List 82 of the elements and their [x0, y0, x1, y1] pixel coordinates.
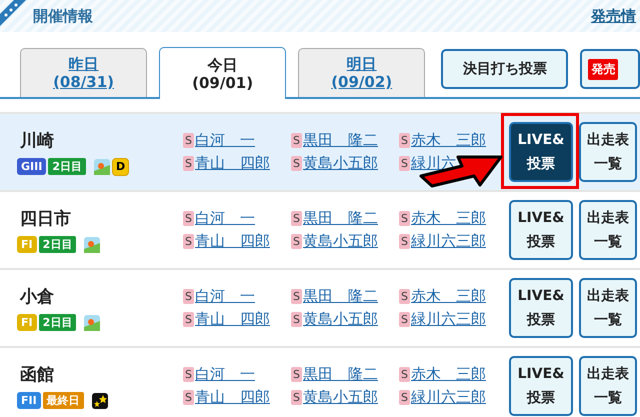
- player-link[interactable]: 黒田 隆二: [302, 209, 378, 228]
- day-tab[interactable]: 今日 (09/01): [159, 47, 286, 99]
- player-link[interactable]: 白河 一: [194, 365, 255, 384]
- day-tab[interactable]: 昨日 (08/31): [20, 48, 148, 97]
- player-link[interactable]: 緑川六三郎: [410, 232, 486, 251]
- player-link[interactable]: 黒田 隆二: [302, 365, 378, 384]
- sun-icon: [84, 314, 100, 330]
- player-mark: S: [399, 390, 410, 405]
- player-link[interactable]: 赤木 三郎: [410, 209, 486, 228]
- venue-name: 函館: [19, 364, 55, 386]
- race-card-button[interactable]: 出走表 一覧: [579, 122, 637, 182]
- player-link[interactable]: 赤木 三郎: [410, 365, 486, 384]
- player-mark: S: [399, 156, 410, 171]
- venue-name: 小倉: [18, 286, 55, 308]
- player-link[interactable]: 黄島小五郎: [302, 154, 378, 173]
- day-badge: 2日目: [48, 158, 86, 175]
- player-mark: S: [183, 312, 194, 327]
- venue-name: 川崎: [19, 130, 55, 152]
- player-mark: S: [183, 234, 194, 249]
- player-mark: S: [399, 289, 410, 304]
- player-mark: S: [183, 367, 194, 382]
- grade-badge: GIII: [17, 158, 46, 175]
- player-link[interactable]: 青山 四郎: [194, 310, 270, 329]
- player-link[interactable]: 白河 一: [194, 131, 255, 150]
- race-card-button[interactable]: 出走表 一覧: [579, 356, 637, 416]
- player-mark: S: [291, 211, 302, 226]
- race-card-button[interactable]: 出走表 一覧: [579, 278, 637, 338]
- player-mark: S: [399, 367, 410, 382]
- player-mark: S: [183, 156, 194, 171]
- live-bet-button[interactable]: LIVE& 投票: [509, 200, 573, 260]
- sun-icon: [94, 158, 110, 174]
- player-mark: S: [291, 234, 302, 249]
- player-mark: S: [291, 390, 302, 405]
- on-sale-button[interactable]: 発売: [580, 49, 640, 89]
- stars-icon: [92, 392, 108, 408]
- live-bet-button[interactable]: LIVE& 投票: [509, 122, 573, 182]
- player-link[interactable]: 白河 一: [194, 287, 255, 306]
- player-link[interactable]: 黒田 隆二: [302, 131, 378, 150]
- player-mark: S: [399, 211, 410, 226]
- race-row[interactable]: 四日市 FI 2日目 S 白河 一 S 黒田 隆二 S 赤木 三郎 S 青山 四郎 S 黄島小五郎 S 緑川六三郎 LIVE& 投票 出走表 一覧: [0, 192, 640, 270]
- grade-badge: FI: [17, 236, 37, 253]
- live-bet-button[interactable]: LIVE& 投票: [509, 356, 573, 416]
- player-link[interactable]: 緑川六三郎: [410, 388, 486, 407]
- player-mark: S: [291, 367, 302, 382]
- player-mark: S: [399, 312, 410, 327]
- player-mark: S: [291, 156, 302, 171]
- player-link[interactable]: 赤木 三郎: [410, 287, 486, 306]
- player-link[interactable]: 青山 四郎: [194, 388, 270, 407]
- grade-badge: FI: [17, 314, 37, 331]
- player-link[interactable]: 黒田 隆二: [302, 287, 378, 306]
- player-link[interactable]: 赤木 三郎: [410, 131, 486, 150]
- player-mark: S: [183, 289, 194, 304]
- player-mark: S: [291, 312, 302, 327]
- day-badge: 最終日: [42, 392, 84, 409]
- player-link[interactable]: 黄島小五郎: [302, 232, 378, 251]
- sun-icon: [84, 236, 100, 252]
- race-card-button[interactable]: 出走表 一覧: [579, 200, 637, 260]
- player-mark: S: [291, 133, 302, 148]
- day-tab[interactable]: 明日 (09/02): [298, 48, 426, 97]
- player-link[interactable]: 白河 一: [194, 209, 255, 228]
- player-mark: S: [183, 211, 194, 226]
- player-mark: S: [291, 289, 302, 304]
- player-link[interactable]: 青山 四郎: [194, 154, 270, 173]
- bet-button[interactable]: 決目打ち投票: [441, 49, 568, 89]
- player-link[interactable]: 黄島小五郎: [302, 310, 378, 329]
- race-row[interactable]: 小倉 FI 2日目 S 白河 一 S 黒田 隆二 S 赤木 三郎 S 青山 四郎 S 黄島小五郎 S 緑川六三郎 LIVE& 投票 出走表 一覧: [0, 270, 640, 348]
- sales-info-link[interactable]: 発売情: [591, 6, 636, 26]
- venue-name: 四日市: [19, 208, 72, 230]
- day-badge: 2日目: [38, 236, 76, 253]
- race-row[interactable]: 函館 FII 最終日 S 白河 一 S 黒田 隆二 S 赤木 三郎 S 青山 四郎 S 黄島小五郎 S 緑川六三郎 LIVE& 投票 出走表 一覧: [0, 348, 640, 417]
- d-badge: D: [112, 158, 130, 176]
- player-mark: S: [399, 234, 410, 249]
- player-link[interactable]: 黄島小五郎: [302, 388, 378, 407]
- player-mark: S: [183, 390, 194, 405]
- player-link[interactable]: 青山 四郎: [194, 232, 270, 251]
- player-link[interactable]: 緑川六三郎: [410, 310, 486, 329]
- player-mark: S: [183, 133, 194, 148]
- live-bet-button[interactable]: LIVE& 投票: [509, 278, 573, 338]
- grade-badge: FII: [17, 392, 41, 409]
- player-mark: S: [399, 133, 410, 148]
- day-badge: 2日目: [38, 314, 76, 331]
- section-title: 開催情報: [33, 6, 93, 26]
